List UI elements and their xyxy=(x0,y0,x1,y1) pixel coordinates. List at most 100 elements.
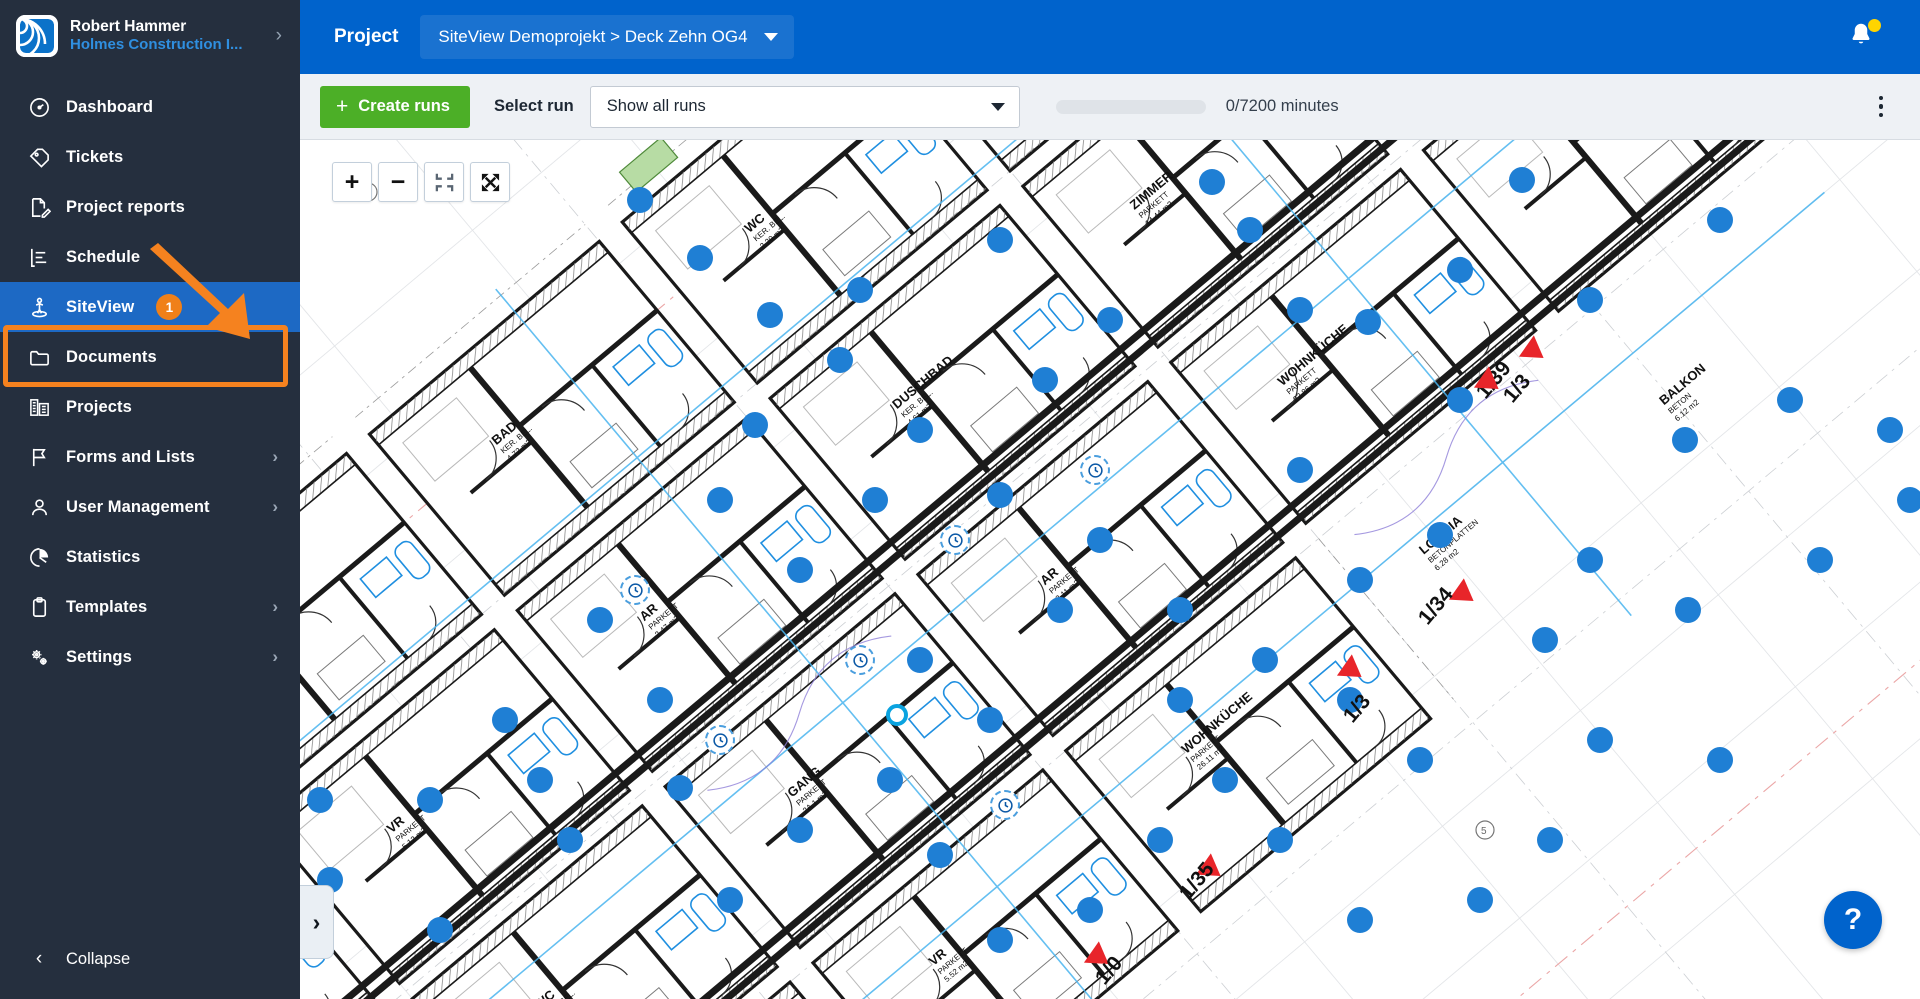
run-select-dropdown[interactable]: Show all runs xyxy=(590,86,1020,128)
map-marker-dot[interactable] xyxy=(1252,647,1278,673)
map-marker-dot[interactable] xyxy=(1347,907,1373,933)
collapse-sidebar-button[interactable]: ‹ Collapse xyxy=(0,937,300,981)
map-marker-dot[interactable] xyxy=(557,827,583,853)
map-marker-dot[interactable] xyxy=(1087,527,1113,553)
map-marker-dot[interactable] xyxy=(1199,169,1225,195)
map-marker-dot[interactable] xyxy=(1577,287,1603,313)
map-marker-dot[interactable] xyxy=(1509,167,1535,193)
map-marker-dot[interactable] xyxy=(1167,597,1193,623)
map-marker-dot[interactable] xyxy=(757,302,783,328)
map-marker-dot[interactable] xyxy=(417,787,443,813)
map-marker-dot[interactable] xyxy=(1427,522,1453,548)
map-marker-clock[interactable] xyxy=(940,525,970,555)
map-marker-dot[interactable] xyxy=(707,487,733,513)
sidebar-item-user-management[interactable]: User Management › xyxy=(0,482,300,532)
notifications-button[interactable] xyxy=(1846,20,1880,54)
map-marker-dot[interactable] xyxy=(1675,597,1701,623)
help-button[interactable]: ? xyxy=(1824,891,1882,949)
map-marker-dot[interactable] xyxy=(1267,827,1293,853)
map-marker-clock[interactable] xyxy=(705,725,735,755)
map-marker-dot[interactable] xyxy=(1077,897,1103,923)
zoom-out-button[interactable]: − xyxy=(378,162,418,202)
map-marker-dot[interactable] xyxy=(1237,217,1263,243)
map-marker-dot[interactable] xyxy=(1807,547,1833,573)
map-marker-dot[interactable] xyxy=(647,687,673,713)
map-marker-dot[interactable] xyxy=(787,557,813,583)
map-marker-clock[interactable] xyxy=(1080,455,1110,485)
map-marker-dot[interactable] xyxy=(1147,827,1173,853)
center-plan-button[interactable] xyxy=(470,162,510,202)
map-marker-dot[interactable] xyxy=(977,707,1003,733)
map-marker-dot[interactable] xyxy=(1047,597,1073,623)
map-marker-dot[interactable] xyxy=(1777,387,1803,413)
map-marker-dot[interactable] xyxy=(587,607,613,633)
map-marker-dot[interactable] xyxy=(1212,767,1238,793)
sidebar-item-templates[interactable]: Templates › xyxy=(0,582,300,632)
map-marker-dot[interactable] xyxy=(1577,547,1603,573)
floorplan-viewer[interactable]: LOGGIABETONPLATTEN8.77 m2 ZIMMERPARKETT1… xyxy=(300,140,1920,999)
map-marker-dot[interactable] xyxy=(1355,309,1381,335)
map-marker-dot[interactable] xyxy=(717,887,743,913)
map-marker-clock[interactable] xyxy=(620,575,650,605)
map-marker-dot[interactable] xyxy=(787,817,813,843)
sidebar-item-project-reports[interactable]: Project reports xyxy=(0,182,300,232)
map-marker-dot[interactable] xyxy=(1587,727,1613,753)
sidebar-item-statistics[interactable]: Statistics xyxy=(0,532,300,582)
map-marker-dot[interactable] xyxy=(1467,887,1493,913)
map-marker-clock[interactable] xyxy=(990,790,1020,820)
map-marker-dot[interactable] xyxy=(1287,457,1313,483)
map-marker-dot[interactable] xyxy=(1897,487,1920,513)
map-marker-dot[interactable] xyxy=(907,417,933,443)
map-marker-dot[interactable] xyxy=(1097,307,1123,333)
map-marker-dot[interactable] xyxy=(687,245,713,271)
map-marker-dot[interactable] xyxy=(1707,207,1733,233)
map-marker-dot[interactable] xyxy=(1447,257,1473,283)
map-marker-dot[interactable] xyxy=(527,767,553,793)
sidebar-item-settings[interactable]: Settings › xyxy=(0,632,300,682)
map-marker-dot[interactable] xyxy=(927,842,953,868)
zoom-in-button[interactable]: + xyxy=(332,162,372,202)
map-marker-dot[interactable] xyxy=(427,917,453,943)
map-marker-dot[interactable] xyxy=(987,482,1013,508)
sidebar-item-dashboard[interactable]: Dashboard xyxy=(0,82,300,132)
map-marker-dot[interactable] xyxy=(1032,367,1058,393)
map-marker-dot[interactable] xyxy=(1877,417,1903,443)
sidebar-item-projects[interactable]: Projects xyxy=(0,382,300,432)
chevron-right-icon[interactable]: › xyxy=(276,25,286,47)
sidebar-item-tickets[interactable]: Tickets xyxy=(0,132,300,182)
create-runs-button[interactable]: + Create runs xyxy=(320,86,470,128)
map-marker-dot[interactable] xyxy=(627,187,653,213)
map-marker-dot[interactable] xyxy=(1407,747,1433,773)
sidebar-item-documents[interactable]: Documents xyxy=(0,332,300,382)
map-marker-dot[interactable] xyxy=(1537,827,1563,853)
select-run-label: Select run xyxy=(494,97,574,116)
map-marker-dot[interactable] xyxy=(1707,747,1733,773)
map-marker-dot[interactable] xyxy=(1447,387,1473,413)
sidebar-item-siteview[interactable]: SiteView 1 xyxy=(0,282,300,332)
map-marker-dot[interactable] xyxy=(1167,687,1193,713)
map-marker-dot[interactable] xyxy=(1347,567,1373,593)
more-vertical-icon[interactable] xyxy=(1868,92,1894,122)
map-marker-dot[interactable] xyxy=(907,647,933,673)
sidebar-item-schedule[interactable]: Schedule xyxy=(0,232,300,282)
map-marker-selected-ring[interactable] xyxy=(886,704,908,726)
map-marker-dot[interactable] xyxy=(492,707,518,733)
map-marker-dot[interactable] xyxy=(742,412,768,438)
map-marker-dot[interactable] xyxy=(1287,297,1313,323)
map-marker-dot[interactable] xyxy=(307,787,333,813)
map-marker-dot[interactable] xyxy=(987,227,1013,253)
map-marker-dot[interactable] xyxy=(1532,627,1558,653)
map-marker-dot[interactable] xyxy=(987,927,1013,953)
map-marker-dot[interactable] xyxy=(827,347,853,373)
account-switcher[interactable]: Robert Hammer Holmes Construction I... › xyxy=(0,0,300,72)
project-selector[interactable]: SiteView Demoprojekt > Deck Zehn OG4 xyxy=(420,15,793,59)
map-marker-dot[interactable] xyxy=(877,767,903,793)
open-side-panel-button[interactable]: › xyxy=(300,885,334,959)
fit-to-screen-button[interactable] xyxy=(424,162,464,202)
map-marker-dot[interactable] xyxy=(862,487,888,513)
sidebar-item-forms-and-lists[interactable]: Forms and Lists › xyxy=(0,432,300,482)
map-marker-dot[interactable] xyxy=(1672,427,1698,453)
map-marker-dot[interactable] xyxy=(847,277,873,303)
map-marker-clock[interactable] xyxy=(845,645,875,675)
map-marker-dot[interactable] xyxy=(667,775,693,801)
